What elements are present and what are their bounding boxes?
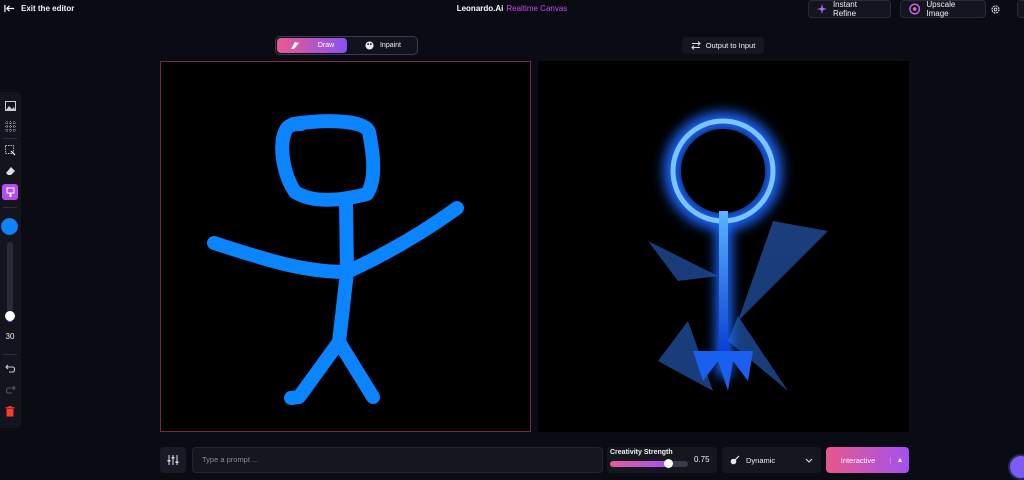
toolbar-divider: [3, 354, 17, 355]
brush-color-swatch[interactable]: [1, 218, 18, 235]
upscale-image-label: Upscale Image: [926, 0, 956, 18]
generated-output-artwork: [648, 112, 828, 391]
brush-tool-button[interactable]: [2, 184, 18, 200]
undo-button[interactable]: [2, 360, 18, 376]
stick-figure-drawing: [207, 114, 464, 405]
tab-inpaint-label: Inpaint: [379, 42, 402, 49]
style-dropdown-value: Dynamic: [746, 455, 776, 465]
trash-icon: [5, 405, 15, 416]
chevron-down-icon: [805, 458, 813, 463]
tab-inpaint[interactable]: Inpaint: [349, 38, 417, 53]
output-to-input-label: Output to Input: [705, 41, 756, 50]
toolbar-divider: [3, 138, 17, 139]
grid-tool-button[interactable]: [2, 118, 18, 134]
undo-icon: [4, 364, 15, 373]
page-subtitle: Realtime Canvas: [506, 4, 568, 13]
instant-refine-label: Instant Refine: [832, 0, 857, 18]
guitar-icon: [730, 455, 740, 465]
redo-icon: [5, 385, 16, 394]
style-dropdown[interactable]: Dynamic: [722, 447, 821, 473]
generated-output-image: [538, 61, 909, 432]
output-to-input-button[interactable]: Output to Input: [682, 37, 764, 54]
brush-size-slider-thumb[interactable]: [5, 310, 15, 321]
creativity-strength-thumb[interactable]: [664, 459, 673, 468]
creativity-strength-value: 0.75: [694, 455, 710, 464]
prompt-placeholder: Type a prompt ...: [202, 455, 259, 464]
upscale-image-button[interactable]: Upscale Image: [900, 0, 986, 18]
select-icon: [4, 144, 15, 155]
image-icon: [4, 101, 16, 111]
drawing-toolbar: 30: [0, 92, 21, 428]
eraser-icon: [5, 167, 15, 175]
palette-icon: [365, 41, 374, 50]
caret-up-icon[interactable]: ▲: [890, 456, 909, 464]
sliders-icon: [167, 455, 179, 465]
tab-draw[interactable]: Draw: [277, 38, 347, 53]
top-bar: Exit the editor Leonardo.Ai Realtime Canv…: [0, 0, 1024, 22]
pen-icon: [290, 42, 299, 49]
select-tool-button[interactable]: [2, 142, 18, 158]
upscale-icon: [909, 3, 921, 15]
redo-button[interactable]: [2, 381, 18, 397]
interactive-mode-button[interactable]: Interactive ▲: [826, 447, 909, 473]
instant-refine-button[interactable]: Instant Refine: [808, 0, 891, 18]
image-tool-button[interactable]: [2, 98, 18, 114]
settings-gear-button[interactable]: [986, 0, 1004, 18]
creativity-strength-control: Creativity Strength 0.75: [607, 447, 717, 473]
creativity-strength-label: Creativity Strength: [610, 449, 673, 456]
swap-arrows-icon: [690, 41, 701, 50]
generation-settings-button[interactable]: [160, 447, 186, 473]
drawing-canvas[interactable]: [160, 61, 531, 432]
creativity-strength-slider[interactable]: [610, 461, 688, 467]
eraser-tool-button[interactable]: [2, 163, 18, 179]
help-chat-button[interactable]: [1008, 454, 1024, 480]
brush-icon: [6, 187, 14, 197]
clear-canvas-button[interactable]: [2, 403, 18, 419]
prompt-input[interactable]: Type a prompt ...: [192, 447, 603, 473]
grid-icon: [4, 120, 16, 132]
creativity-strength-fill: [610, 461, 669, 467]
toolbar-divider: [3, 207, 17, 208]
interactive-mode-label: Interactive: [840, 455, 876, 465]
tab-draw-label: Draw: [317, 42, 335, 49]
mode-toggle: Draw Inpaint: [275, 36, 418, 55]
gear-icon: [990, 4, 1000, 14]
sparkle-icon: [817, 4, 827, 14]
brand-name: Leonardo.Ai: [456, 4, 504, 13]
brush-size-value: 30: [5, 332, 15, 341]
overflow-button[interactable]: [1017, 0, 1024, 18]
